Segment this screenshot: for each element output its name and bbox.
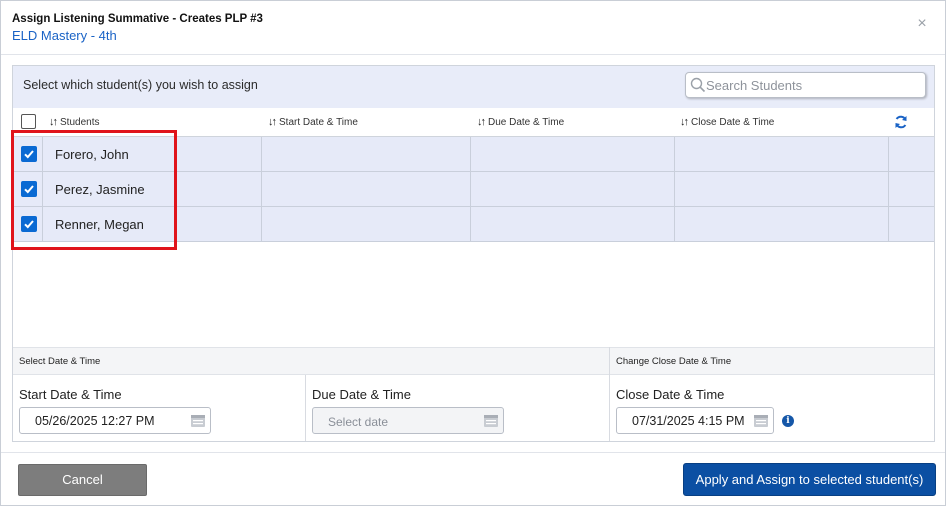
calendar-icon[interactable] — [753, 413, 769, 428]
sort-icon: ↓↑ — [49, 116, 58, 128]
student-name: Forero, John — [55, 147, 129, 162]
table-row: Forero, John — [13, 137, 934, 172]
change-close-date-heading: Change Close Date & Time — [616, 356, 732, 367]
assign-dialog: Assign Listening Summative - Creates PLP… — [0, 0, 946, 506]
search-box[interactable] — [685, 72, 926, 98]
row-checkbox[interactable] — [21, 146, 37, 162]
refresh-icon[interactable] — [894, 115, 908, 129]
table-row: Renner, Megan — [13, 207, 934, 242]
dialog-footer: Cancel Apply and Assign to selected stud… — [1, 452, 945, 505]
dialog-title: Assign Listening Summative - Creates PLP… — [12, 13, 263, 25]
start-date-value: 05/26/2025 12:27 PM — [35, 414, 155, 428]
student-name: Perez, Jasmine — [55, 182, 145, 197]
calendar-icon[interactable] — [190, 413, 206, 428]
sort-icon: ↓↑ — [680, 116, 689, 128]
student-name: Renner, Megan — [55, 217, 144, 232]
select-date-heading: Select Date & Time — [19, 356, 101, 367]
column-header-students[interactable]: ↓↑ Students — [49, 116, 99, 128]
search-icon — [690, 77, 706, 93]
select-instruction: Select which student(s) you wish to assi… — [23, 78, 258, 92]
dialog-header: Assign Listening Summative - Creates PLP… — [1, 1, 945, 55]
start-date-label: Start Date & Time — [19, 387, 122, 402]
search-input[interactable] — [706, 76, 921, 94]
date-section-header: Select Date & Time Change Close Date & T… — [13, 347, 934, 375]
sort-icon: ↓↑ — [268, 116, 277, 128]
row-checkbox[interactable] — [21, 181, 37, 197]
apply-assign-button[interactable]: Apply and Assign to selected student(s) — [683, 463, 936, 496]
close-date-value: 07/31/2025 4:15 PM — [632, 414, 745, 428]
table-header: ↓↑ Students ↓↑ Start Date & Time ↓↑ Due Dat… — [13, 108, 934, 137]
panel-toolbar: Select which student(s) you wish to assi… — [13, 66, 934, 108]
checkmark-icon — [24, 150, 34, 159]
close-date-field[interactable]: 07/31/2025 4:15 PM — [616, 407, 774, 434]
column-header-due[interactable]: ↓↑ Due Date & Time — [477, 116, 564, 128]
dialog-subtitle: ELD Mastery - 4th — [12, 28, 117, 43]
checkmark-icon — [24, 220, 34, 229]
sort-icon: ↓↑ — [477, 116, 486, 128]
assign-panel: Select which student(s) you wish to assi… — [12, 65, 935, 442]
row-checkbox[interactable] — [21, 216, 37, 232]
due-date-placeholder: Select date — [328, 415, 389, 429]
close-date-label: Close Date & Time — [616, 387, 725, 402]
info-icon[interactable]: i — [782, 415, 794, 427]
column-header-close[interactable]: ↓↑ Close Date & Time — [680, 116, 774, 128]
select-all-checkbox[interactable] — [21, 114, 36, 129]
calendar-icon[interactable] — [483, 413, 499, 428]
table-row: Perez, Jasmine — [13, 172, 934, 207]
checkmark-icon — [24, 185, 34, 194]
cancel-button[interactable]: Cancel — [18, 464, 147, 496]
column-header-start[interactable]: ↓↑ Start Date & Time — [268, 116, 358, 128]
start-date-field[interactable]: 05/26/2025 12:27 PM — [19, 407, 211, 434]
close-icon[interactable]: × — [915, 16, 929, 32]
due-date-label: Due Date & Time — [312, 387, 411, 402]
due-date-field[interactable]: Select date — [312, 407, 504, 434]
